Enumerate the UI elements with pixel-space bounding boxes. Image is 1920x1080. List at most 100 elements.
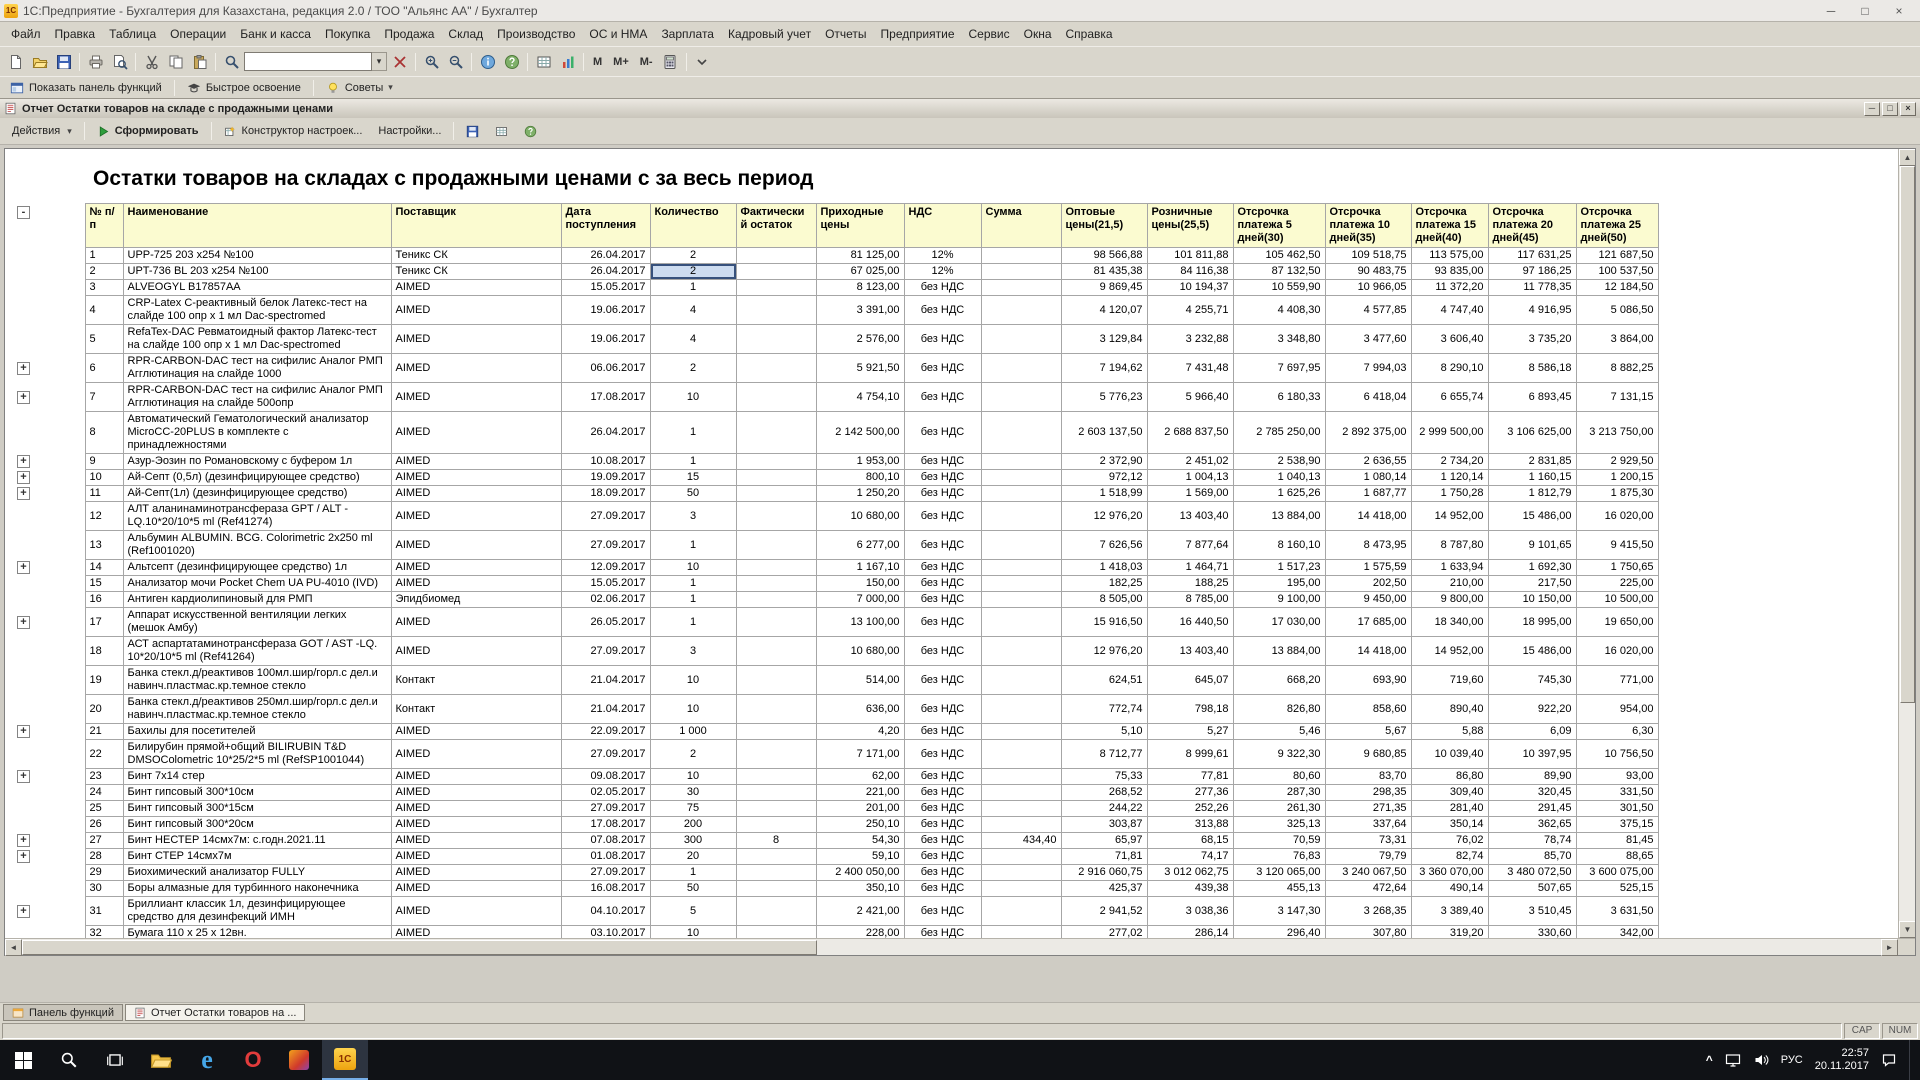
table-cell[interactable]: 5,67 [1325,724,1411,740]
table-cell[interactable]: 03.10.2017 [561,926,650,939]
table-cell[interactable]: 14 [85,560,123,576]
table-cell[interactable] [981,280,1061,296]
table-cell[interactable]: 8 [736,833,816,849]
table-cell[interactable]: 195,00 [1233,576,1325,592]
column-header[interactable]: Сумма [981,204,1061,248]
table-cell[interactable] [981,531,1061,560]
language-indicator[interactable]: РУС [1781,1054,1803,1066]
table-cell[interactable]: без НДС [904,897,981,926]
table-cell[interactable]: 65,97 [1061,833,1147,849]
table-cell[interactable]: 1 [650,412,736,454]
table-cell[interactable]: без НДС [904,325,981,354]
table-cell[interactable]: 201,00 [816,801,904,817]
table-cell[interactable]: 15.05.2017 [561,280,650,296]
table-cell[interactable]: 30 [650,785,736,801]
menu-Предприятие[interactable]: Предприятие [874,24,962,44]
table-cell[interactable]: 2 451,02 [1147,454,1233,470]
table-cell[interactable]: Контакт [391,695,561,724]
table-cell[interactable]: 3 735,20 [1488,325,1576,354]
table-cell[interactable]: CRP-Latex С-реактивный белок Латекс-тест… [123,296,391,325]
info-button[interactable] [476,51,499,73]
menu-Операции[interactable]: Операции [163,24,233,44]
table-cell[interactable]: 26.04.2017 [561,248,650,264]
table-cell[interactable]: 8 785,00 [1147,592,1233,608]
table-cell[interactable]: Бинт СТЕР 14смх7м [123,849,391,865]
table-cell[interactable]: 9 100,00 [1233,592,1325,608]
scroll-left-arrow[interactable]: ◄ [5,939,22,956]
open-file-button[interactable] [28,51,51,73]
table-cell[interactable]: 6,30 [1576,724,1658,740]
table-cell[interactable]: 85,70 [1488,849,1576,865]
table-cell[interactable]: 1 750,28 [1411,486,1488,502]
table-cell[interactable] [736,264,816,280]
table-cell[interactable]: 01.08.2017 [561,849,650,865]
table-cell[interactable]: 1 692,30 [1488,560,1576,576]
table-cell[interactable] [981,454,1061,470]
table-cell[interactable]: без НДС [904,412,981,454]
table-cell[interactable]: без НДС [904,608,981,637]
actions-button[interactable]: Действия▾ [5,121,79,141]
table-cell[interactable]: 19 650,00 [1576,608,1658,637]
paste-button[interactable] [188,51,211,73]
table-cell[interactable]: без НДС [904,354,981,383]
table-cell[interactable]: 10 [650,560,736,576]
table-cell[interactable]: Контакт [391,666,561,695]
table-cell[interactable]: 28 [85,849,123,865]
table-cell[interactable]: 20 [85,695,123,724]
table-cell[interactable]: Альбумин ALBUMIN. BCG. Colorimetric 2x25… [123,531,391,560]
zoom-in-button[interactable] [420,51,443,73]
table-cell[interactable]: 221,00 [816,785,904,801]
calculator-button[interactable] [659,51,682,73]
table-cell[interactable]: 3 360 070,00 [1411,865,1488,881]
table-cell[interactable]: 15 486,00 [1488,637,1576,666]
report-minimize-button[interactable]: ─ [1864,102,1880,116]
quick-select-input[interactable] [244,52,372,71]
expand-row-button[interactable]: + [17,905,30,918]
table-cell[interactable]: 668,20 [1233,666,1325,695]
expand-row-button[interactable]: + [17,725,30,738]
table-cell[interactable]: 15 [650,470,736,486]
table-cell[interactable]: 88,65 [1576,849,1658,865]
table-cell[interactable]: 3 389,40 [1411,897,1488,926]
table-cell[interactable]: 1 004,13 [1147,470,1233,486]
table-cell[interactable]: Бинт НЕСТЕР 14смх7м: с.годн.2021.11 [123,833,391,849]
table-cell[interactable]: 50 [650,881,736,897]
table-cell[interactable]: 514,00 [816,666,904,695]
table-cell[interactable]: AIMED [391,454,561,470]
table-cell[interactable]: 277,02 [1061,926,1147,939]
show-desktop-button[interactable] [1909,1040,1914,1080]
table-cell[interactable]: 21.04.2017 [561,695,650,724]
help-button[interactable] [500,51,523,73]
table-cell[interactable]: 771,00 [1576,666,1658,695]
table-cell[interactable]: 1 [650,280,736,296]
table-cell[interactable]: 3 012 062,75 [1147,865,1233,881]
table-cell[interactable]: 303,87 [1061,817,1147,833]
minimize-button[interactable]: ─ [1814,1,1848,21]
table-cell[interactable]: Анализатор мочи Pocket Chem UA PU-4010 (… [123,576,391,592]
table-cell[interactable]: 7 697,95 [1233,354,1325,383]
table-cell[interactable] [981,592,1061,608]
menu-Отчеты[interactable]: Отчеты [818,24,873,44]
table-cell[interactable] [736,325,816,354]
table-cell[interactable]: 10 [650,926,736,939]
table-cell[interactable]: 3 510,45 [1488,897,1576,926]
table-cell[interactable]: Автоматический Гематологический анализат… [123,412,391,454]
table-cell[interactable]: 27.09.2017 [561,801,650,817]
table-cell[interactable]: 1 687,77 [1325,486,1411,502]
table-cell[interactable]: 14 418,00 [1325,637,1411,666]
table-cell[interactable]: 8 160,10 [1233,531,1325,560]
file-explorer-button[interactable] [138,1040,184,1080]
table-cell[interactable]: 5 [650,897,736,926]
menu-Таблица[interactable]: Таблица [102,24,163,44]
table-cell[interactable]: 19.09.2017 [561,470,650,486]
print-preview-button[interactable] [108,51,131,73]
table-cell[interactable]: UPP-725 203 x254 №100 [123,248,391,264]
table-cell[interactable] [736,637,816,666]
table-cell[interactable]: 307,80 [1325,926,1411,939]
expand-row-button[interactable]: + [17,850,30,863]
table-cell[interactable]: 15 [85,576,123,592]
table-cell[interactable]: 337,64 [1325,817,1411,833]
table-cell[interactable]: 7 431,48 [1147,354,1233,383]
table-cell[interactable]: 2 [85,264,123,280]
table-cell[interactable]: Банка стекл.д/реактивов 250мл.шир/горл.с… [123,695,391,724]
